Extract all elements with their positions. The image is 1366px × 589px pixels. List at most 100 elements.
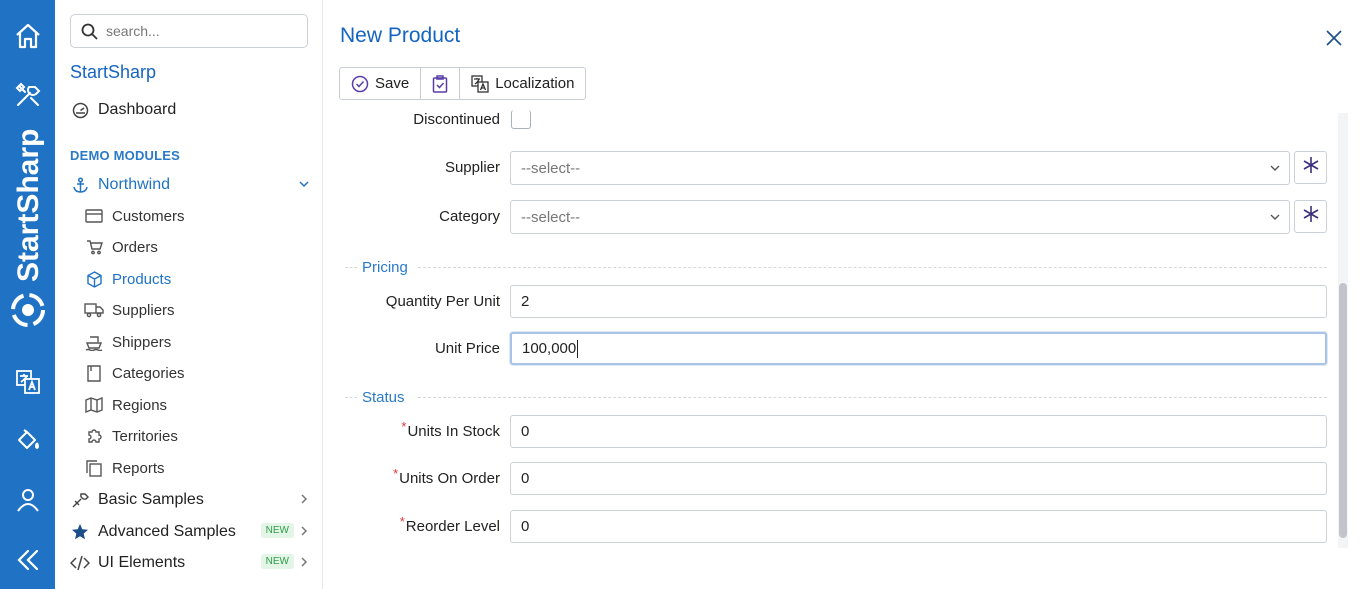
form-scrollbar[interactable]: [1338, 113, 1348, 548]
card-icon: [84, 206, 104, 226]
tools-small-icon: [70, 490, 90, 510]
asterisk-icon: [1302, 156, 1320, 179]
units-in-stock-text: Units In Stock: [407, 423, 500, 440]
category-divider: [418, 267, 1327, 268]
search-box[interactable]: [70, 14, 308, 48]
reorder-level-label: *Reorder Level: [400, 514, 500, 535]
sidebar-item-label: Suppliers: [112, 301, 175, 319]
units-on-order-label: *Units On Order: [393, 466, 500, 487]
units-on-order-input[interactable]: 0: [510, 462, 1327, 495]
unit-price-label: Unit Price: [434, 340, 500, 357]
apply-button[interactable]: [421, 68, 461, 99]
quantity-per-unit-input[interactable]: 2: [510, 285, 1327, 318]
required-marker: *: [393, 466, 399, 481]
map-icon: [84, 395, 104, 415]
cart-icon: [84, 237, 104, 257]
nav-northwind[interactable]: Northwind: [70, 172, 310, 198]
new-badge: NEW: [260, 554, 294, 569]
supplier-select[interactable]: --select--: [510, 151, 1290, 185]
check-circle-icon: [351, 75, 369, 93]
brand-text: StartSharp: [12, 129, 45, 282]
new-badge: NEW: [260, 523, 294, 538]
sidebar-item-regions[interactable]: Regions: [84, 393, 294, 417]
sidebar-item-label: Categories: [112, 364, 185, 382]
reorder-level-value: 0: [521, 518, 530, 535]
required-marker: *: [399, 514, 405, 529]
translate-icon: [471, 74, 489, 93]
collapse-icon[interactable]: [0, 540, 55, 580]
star-icon: [70, 522, 90, 542]
sidebar-item-customers[interactable]: Customers: [84, 204, 294, 228]
text-cursor: [577, 339, 579, 358]
scrollbar-thumb[interactable]: [1339, 283, 1347, 538]
sidebar: StartSharp Dashboard DEMO MODULES Northw…: [55, 0, 323, 589]
tools-icon[interactable]: [0, 75, 55, 115]
category-label: Category: [439, 208, 500, 225]
nav-ui-elements[interactable]: UI Elements NEW: [70, 550, 310, 576]
nav-advanced-samples[interactable]: Advanced Samples NEW: [70, 519, 310, 545]
paint-bucket-icon[interactable]: [0, 420, 55, 460]
gauge-icon: [70, 100, 90, 120]
search-input[interactable]: [106, 23, 296, 39]
app-title: StartSharp: [70, 62, 157, 82]
save-button[interactable]: Save: [340, 68, 422, 99]
sidebar-item-orders[interactable]: Orders: [84, 235, 294, 259]
toolbar: Save Localization: [339, 67, 587, 100]
box-icon: [84, 269, 104, 289]
localization-label: Localization: [495, 75, 575, 92]
sidebar-item-shippers[interactable]: Shippers: [84, 330, 294, 354]
units-in-stock-input[interactable]: 0: [510, 415, 1327, 448]
category-value: --select--: [521, 208, 581, 226]
nav-dashboard-label: Dashboard: [98, 101, 177, 118]
sidebar-item-label: Reports: [112, 459, 165, 477]
bookmark-icon: [84, 363, 104, 383]
category-divider: [418, 397, 1327, 398]
reorder-level-input[interactable]: 0: [510, 510, 1327, 543]
sidebar-item-categories[interactable]: Categories: [84, 361, 294, 385]
units-on-order-value: 0: [521, 470, 530, 487]
add-supplier-button[interactable]: [1294, 151, 1327, 184]
unit-price-value: 100,000: [522, 340, 577, 357]
sidebar-item-suppliers[interactable]: Suppliers: [84, 298, 294, 322]
sidebar-item-territories[interactable]: Territories: [84, 424, 294, 448]
category-select[interactable]: --select--: [510, 200, 1290, 234]
units-in-stock-value: 0: [521, 423, 530, 440]
code-icon: [70, 553, 90, 573]
quantity-per-unit-value: 2: [521, 293, 530, 310]
sidebar-item-label: Products: [112, 270, 172, 288]
sidebar-item-label: Regions: [112, 396, 168, 414]
nav-advanced-samples-label: Advanced Samples: [98, 523, 236, 540]
nav-ui-elements-label: UI Elements: [98, 554, 186, 571]
sidebar-item-label: Customers: [112, 207, 185, 225]
sidebar-item-products[interactable]: Products: [84, 267, 294, 291]
puzzle-icon: [84, 426, 104, 446]
required-marker: *: [401, 419, 407, 434]
nav-basic-samples[interactable]: Basic Samples: [70, 487, 310, 513]
home-icon[interactable]: [0, 16, 55, 56]
chevron-down-icon: [1269, 210, 1281, 227]
chevron-down-icon: [298, 177, 310, 195]
close-icon[interactable]: [1322, 26, 1346, 50]
nav-dashboard[interactable]: Dashboard: [70, 97, 310, 123]
unit-price-input[interactable]: 100,000: [510, 332, 1327, 365]
units-on-order-text: Units On Order: [399, 470, 500, 487]
sidebar-item-label: Orders: [112, 238, 158, 256]
ship-icon: [84, 332, 104, 352]
sidebar-item-reports[interactable]: Reports: [84, 456, 294, 480]
brand-logo: StartSharp: [6, 120, 50, 335]
asterisk-icon: [1302, 205, 1320, 228]
chevron-down-icon: [1269, 161, 1281, 178]
discontinued-checkbox[interactable]: [511, 110, 531, 129]
pricing-category-title: Pricing: [362, 259, 408, 276]
nav-basic-samples-label: Basic Samples: [98, 491, 204, 508]
user-icon[interactable]: [0, 480, 55, 520]
icon-rail: StartSharp: [0, 0, 55, 589]
nav-northwind-label: Northwind: [98, 176, 171, 193]
localization-button[interactable]: Localization: [460, 68, 585, 99]
translate-icon[interactable]: [0, 362, 55, 402]
sidebar-item-label: Shippers: [112, 333, 172, 351]
reorder-level-text: Reorder Level: [405, 518, 500, 535]
category-divider: [345, 267, 357, 268]
anchor-icon: [70, 175, 90, 195]
add-category-button[interactable]: [1294, 200, 1327, 233]
